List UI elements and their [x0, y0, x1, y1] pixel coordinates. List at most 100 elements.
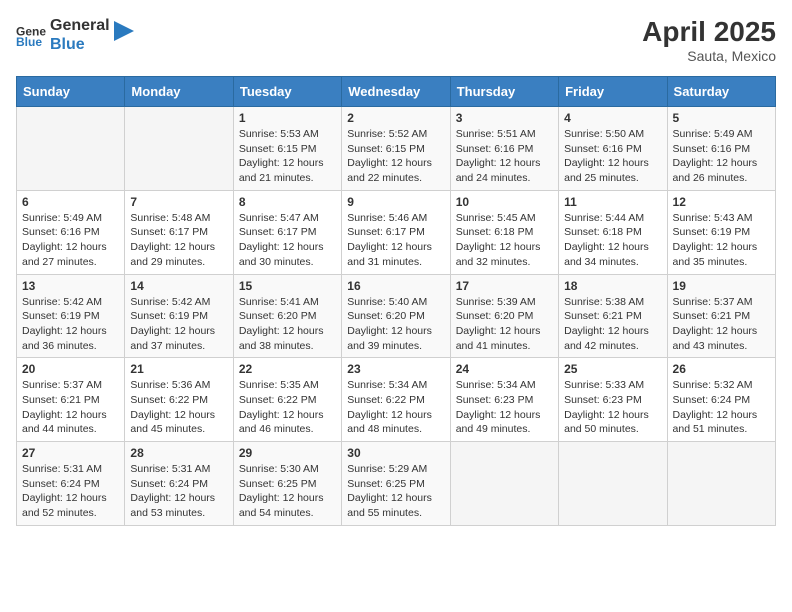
day-info: Sunrise: 5:32 AM Sunset: 6:24 PM Dayligh…: [673, 378, 770, 437]
svg-text:Blue: Blue: [16, 35, 42, 49]
weekday-header-monday: Monday: [125, 77, 233, 107]
day-info: Sunrise: 5:34 AM Sunset: 6:22 PM Dayligh…: [347, 378, 444, 437]
weekday-header-saturday: Saturday: [667, 77, 775, 107]
day-number: 19: [673, 279, 770, 293]
calendar-cell: [450, 442, 558, 526]
day-info: Sunrise: 5:53 AM Sunset: 6:15 PM Dayligh…: [239, 127, 336, 186]
day-info: Sunrise: 5:31 AM Sunset: 6:24 PM Dayligh…: [130, 462, 227, 521]
day-info: Sunrise: 5:46 AM Sunset: 6:17 PM Dayligh…: [347, 211, 444, 270]
calendar-cell: 1Sunrise: 5:53 AM Sunset: 6:15 PM Daylig…: [233, 107, 341, 191]
calendar-cell: [559, 442, 667, 526]
day-number: 2: [347, 111, 444, 125]
day-info: Sunrise: 5:37 AM Sunset: 6:21 PM Dayligh…: [22, 378, 119, 437]
day-info: Sunrise: 5:38 AM Sunset: 6:21 PM Dayligh…: [564, 295, 661, 354]
day-number: 13: [22, 279, 119, 293]
calendar-cell: 7Sunrise: 5:48 AM Sunset: 6:17 PM Daylig…: [125, 190, 233, 274]
calendar-week-row: 1Sunrise: 5:53 AM Sunset: 6:15 PM Daylig…: [17, 107, 776, 191]
calendar-cell: 23 Sunrise: 5:34 AM Sunset: 6:22 PM Dayli…: [342, 358, 450, 442]
calendar-cell: 24 Sunrise: 5:34 AM Sunset: 6:23 PM Dayli…: [450, 358, 558, 442]
calendar-cell: [17, 107, 125, 191]
day-info: Sunrise: 5:49 AM Sunset: 6:16 PM Dayligh…: [673, 127, 770, 186]
logo-arrow-icon: [114, 21, 134, 49]
day-info: Sunrise: 5:34 AM Sunset: 6:23 PM Dayligh…: [456, 378, 553, 437]
day-info: Sunrise: 5:43 AM Sunset: 6:19 PM Dayligh…: [673, 211, 770, 270]
day-info: Sunrise: 5:31 AM Sunset: 6:24 PM Dayligh…: [22, 462, 119, 521]
day-number: 16: [347, 279, 444, 293]
day-number: 22: [239, 362, 336, 376]
calendar-cell: 25 Sunrise: 5:33 AM Sunset: 6:23 PM Dayli…: [559, 358, 667, 442]
calendar-cell: 13 Sunrise: 5:42 AM Sunset: 6:19 PM Dayli…: [17, 274, 125, 358]
day-number: 6: [22, 195, 119, 209]
calendar-cell: 10Sunrise: 5:45 AM Sunset: 6:18 PM Dayli…: [450, 190, 558, 274]
weekday-header-friday: Friday: [559, 77, 667, 107]
day-number: 9: [347, 195, 444, 209]
calendar-week-row: 6 Sunrise: 5:49 AM Sunset: 6:16 PM Daylig…: [17, 190, 776, 274]
calendar-cell: 17 Sunrise: 5:39 AM Sunset: 6:20 PM Dayli…: [450, 274, 558, 358]
day-number: 28: [130, 446, 227, 460]
day-info: Sunrise: 5:29 AM Sunset: 6:25 PM Dayligh…: [347, 462, 444, 521]
calendar-cell: 2Sunrise: 5:52 AM Sunset: 6:15 PM Daylig…: [342, 107, 450, 191]
calendar-table: SundayMondayTuesdayWednesdayThursdayFrid…: [16, 76, 776, 526]
day-number: 11: [564, 195, 661, 209]
day-info: Sunrise: 5:40 AM Sunset: 6:20 PM Dayligh…: [347, 295, 444, 354]
calendar-week-row: 27 Sunrise: 5:31 AM Sunset: 6:24 PM Dayli…: [17, 442, 776, 526]
day-number: 12: [673, 195, 770, 209]
day-info: Sunrise: 5:44 AM Sunset: 6:18 PM Dayligh…: [564, 211, 661, 270]
weekday-header-row: SundayMondayTuesdayWednesdayThursdayFrid…: [17, 77, 776, 107]
calendar-cell: [667, 442, 775, 526]
calendar-cell: 12 Sunrise: 5:43 AM Sunset: 6:19 PM Dayli…: [667, 190, 775, 274]
day-info: Sunrise: 5:39 AM Sunset: 6:20 PM Dayligh…: [456, 295, 553, 354]
day-number: 23: [347, 362, 444, 376]
day-info: Sunrise: 5:42 AM Sunset: 6:19 PM Dayligh…: [130, 295, 227, 354]
day-number: 3: [456, 111, 553, 125]
day-number: 24: [456, 362, 553, 376]
day-number: 7: [130, 195, 227, 209]
logo-blue-text: Blue: [50, 35, 110, 54]
weekday-header-thursday: Thursday: [450, 77, 558, 107]
day-number: 30: [347, 446, 444, 460]
calendar-week-row: 20Sunrise: 5:37 AM Sunset: 6:21 PM Dayli…: [17, 358, 776, 442]
logo: General Blue General Blue: [16, 16, 134, 54]
day-number: 8: [239, 195, 336, 209]
day-info: Sunrise: 5:49 AM Sunset: 6:16 PM Dayligh…: [22, 211, 119, 270]
calendar-cell: 19 Sunrise: 5:37 AM Sunset: 6:21 PM Dayli…: [667, 274, 775, 358]
calendar-cell: 21Sunrise: 5:36 AM Sunset: 6:22 PM Dayli…: [125, 358, 233, 442]
calendar-cell: 28 Sunrise: 5:31 AM Sunset: 6:24 PM Dayli…: [125, 442, 233, 526]
calendar-cell: 14 Sunrise: 5:42 AM Sunset: 6:19 PM Dayli…: [125, 274, 233, 358]
calendar-cell: 27 Sunrise: 5:31 AM Sunset: 6:24 PM Dayli…: [17, 442, 125, 526]
calendar-cell: 20Sunrise: 5:37 AM Sunset: 6:21 PM Dayli…: [17, 358, 125, 442]
day-number: 27: [22, 446, 119, 460]
calendar-cell: 4 Sunrise: 5:50 AM Sunset: 6:16 PM Daylig…: [559, 107, 667, 191]
calendar-cell: 18Sunrise: 5:38 AM Sunset: 6:21 PM Dayli…: [559, 274, 667, 358]
calendar-cell: 3Sunrise: 5:51 AM Sunset: 6:16 PM Daylig…: [450, 107, 558, 191]
day-number: 29: [239, 446, 336, 460]
day-number: 25: [564, 362, 661, 376]
weekday-header-tuesday: Tuesday: [233, 77, 341, 107]
calendar-cell: 16 Sunrise: 5:40 AM Sunset: 6:20 PM Dayli…: [342, 274, 450, 358]
day-info: Sunrise: 5:50 AM Sunset: 6:16 PM Dayligh…: [564, 127, 661, 186]
calendar-cell: 8 Sunrise: 5:47 AM Sunset: 6:17 PM Daylig…: [233, 190, 341, 274]
day-info: Sunrise: 5:37 AM Sunset: 6:21 PM Dayligh…: [673, 295, 770, 354]
day-number: 15: [239, 279, 336, 293]
day-info: Sunrise: 5:42 AM Sunset: 6:19 PM Dayligh…: [22, 295, 119, 354]
month-title: April 2025: [642, 16, 776, 48]
day-number: 4: [564, 111, 661, 125]
day-info: Sunrise: 5:33 AM Sunset: 6:23 PM Dayligh…: [564, 378, 661, 437]
calendar-cell: 26 Sunrise: 5:32 AM Sunset: 6:24 PM Dayli…: [667, 358, 775, 442]
logo-icon: General Blue: [16, 20, 46, 50]
day-number: 14: [130, 279, 227, 293]
day-number: 17: [456, 279, 553, 293]
weekday-header-wednesday: Wednesday: [342, 77, 450, 107]
location-subtitle: Sauta, Mexico: [642, 48, 776, 64]
day-number: 26: [673, 362, 770, 376]
calendar-week-row: 13 Sunrise: 5:42 AM Sunset: 6:19 PM Dayli…: [17, 274, 776, 358]
calendar-cell: [125, 107, 233, 191]
day-number: 5: [673, 111, 770, 125]
day-info: Sunrise: 5:30 AM Sunset: 6:25 PM Dayligh…: [239, 462, 336, 521]
title-area: April 2025 Sauta, Mexico: [642, 16, 776, 64]
day-info: Sunrise: 5:41 AM Sunset: 6:20 PM Dayligh…: [239, 295, 336, 354]
calendar-cell: 5 Sunrise: 5:49 AM Sunset: 6:16 PM Daylig…: [667, 107, 775, 191]
day-info: Sunrise: 5:35 AM Sunset: 6:22 PM Dayligh…: [239, 378, 336, 437]
weekday-header-sunday: Sunday: [17, 77, 125, 107]
day-info: Sunrise: 5:47 AM Sunset: 6:17 PM Dayligh…: [239, 211, 336, 270]
